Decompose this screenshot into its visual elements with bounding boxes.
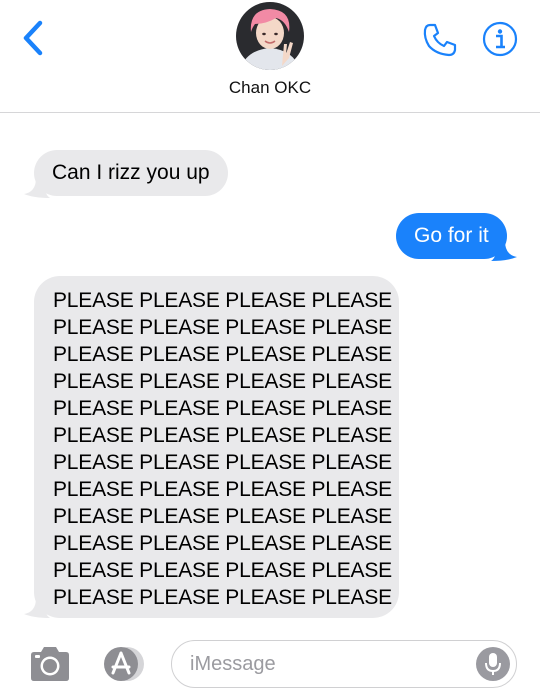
back-button[interactable] [18, 18, 48, 58]
camera-icon [31, 647, 69, 681]
message-line: PLEASE PLEASE PLEASE PLEASE [53, 586, 392, 609]
message-line: PLEASE PLEASE PLEASE PLEASE [53, 451, 392, 474]
chevron-left-icon [23, 20, 43, 56]
message-line: PLEASE PLEASE PLEASE PLEASE [53, 316, 392, 339]
phone-icon [423, 23, 457, 57]
microphone-icon [485, 653, 501, 675]
app-store-button[interactable] [97, 645, 149, 683]
incoming-message-bubble[interactable]: PLEASE PLEASE PLEASE PLEASE PLEASE PLEAS… [34, 276, 399, 618]
camera-button[interactable] [28, 645, 72, 683]
message-line: PLEASE PLEASE PLEASE PLEASE [53, 478, 392, 501]
message-line: PLEASE PLEASE PLEASE PLEASE [53, 559, 392, 582]
info-button[interactable] [482, 21, 518, 57]
message-line: PLEASE PLEASE PLEASE PLEASE [53, 505, 392, 528]
microphone-button[interactable] [476, 647, 510, 681]
message-line: PLEASE PLEASE PLEASE PLEASE [53, 370, 392, 393]
conversation-header: Chan OKC [0, 0, 540, 113]
outgoing-message-bubble[interactable]: Go for it [396, 213, 507, 259]
call-button[interactable] [420, 20, 460, 60]
info-icon [482, 21, 518, 57]
message-line: PLEASE PLEASE PLEASE PLEASE [53, 532, 392, 555]
message-line: PLEASE PLEASE PLEASE PLEASE [53, 289, 392, 312]
contact-avatar[interactable] [236, 2, 304, 70]
message-line: PLEASE PLEASE PLEASE PLEASE [53, 424, 392, 447]
contact-name[interactable]: Chan OKC [0, 78, 540, 98]
app-store-icon [104, 647, 144, 681]
message-line: PLEASE PLEASE PLEASE PLEASE [53, 397, 392, 420]
message-composer [171, 640, 517, 688]
message-input[interactable] [190, 649, 460, 679]
incoming-message-bubble[interactable]: Can I rizz you up [34, 150, 228, 196]
message-line: PLEASE PLEASE PLEASE PLEASE [53, 343, 392, 366]
